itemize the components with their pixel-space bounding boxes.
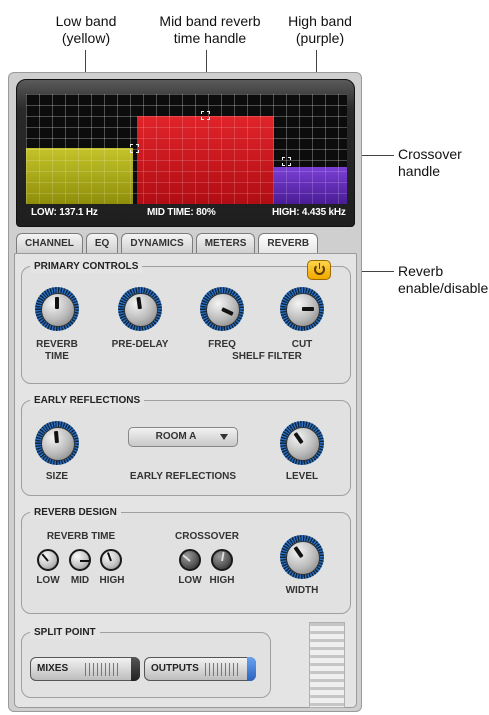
shelf-freq-knob[interactable] xyxy=(200,287,244,331)
cut-label: CUT xyxy=(291,339,313,350)
split-point-group: SPLIT POINT MIXES OUTPUTS xyxy=(21,626,271,698)
high-crossover-handle[interactable] xyxy=(282,157,291,166)
pre-delay-label: PRE-DELAY xyxy=(111,339,169,350)
callout-low-band-line1: Low band xyxy=(55,13,117,29)
low-band-region[interactable] xyxy=(26,148,133,204)
reverb-time-label-2: TIME xyxy=(45,351,69,362)
primary-controls-title: PRIMARY CONTROLS xyxy=(30,260,143,273)
crossover-high-label: HIGH xyxy=(209,575,235,586)
mid-band-region[interactable] xyxy=(137,116,274,204)
early-reflections-select[interactable]: ROOM A xyxy=(128,427,238,447)
mixes-split-button[interactable]: MIXES xyxy=(30,657,140,681)
callout-high-band-line2: (purple) xyxy=(295,30,345,46)
width-label: WIDTH xyxy=(285,585,319,596)
level-label: LEVEL xyxy=(285,471,319,482)
callout-high-band: High band (purple) xyxy=(265,13,375,47)
mixes-label: MIXES xyxy=(37,663,69,674)
reverb-power-button[interactable] xyxy=(307,260,331,280)
size-knob[interactable] xyxy=(35,421,79,465)
freq-label: FREQ xyxy=(208,339,236,350)
early-reflections-label: EARLY REFLECTIONS xyxy=(129,471,237,482)
mixes-grip xyxy=(85,663,121,676)
reverb-time-low-knob[interactable] xyxy=(37,549,59,571)
reverb-time-label-1: REVERB xyxy=(36,339,78,350)
low-crossover-handle[interactable] xyxy=(130,144,139,153)
plugin-tabs: CHANNEL EQ DYNAMICS METERS REVERB xyxy=(16,233,319,253)
callout-reverb-enable: Reverb enable/disable xyxy=(398,263,488,297)
high-frequency-readout: HIGH: 4.435 kHz xyxy=(272,207,346,218)
callout-high-band-line1: High band xyxy=(288,13,352,29)
callout-crossover-line1: Crossover xyxy=(398,146,462,162)
level-knob[interactable] xyxy=(280,421,324,465)
outputs-label: OUTPUTS xyxy=(151,663,199,674)
reverb-band-graph[interactable] xyxy=(26,94,347,204)
crossover-low-label: LOW xyxy=(178,575,202,586)
tab-reverb[interactable]: REVERB xyxy=(258,233,319,253)
crossover-section-label: CROSSOVER xyxy=(175,531,239,542)
shelf-cut-knob[interactable] xyxy=(280,287,324,331)
reverb-time-mid-label: MID xyxy=(70,575,90,586)
reverb-design-title: REVERB DESIGN xyxy=(30,506,121,519)
callout-low-band: Low band (yellow) xyxy=(36,13,136,47)
callout-low-band-line2: (yellow) xyxy=(61,30,111,46)
width-knob[interactable] xyxy=(280,535,324,579)
reverb-time-knob[interactable] xyxy=(35,287,79,331)
shelf-filter-label: SHELF FILTER xyxy=(232,351,302,362)
outputs-grip xyxy=(205,663,241,676)
split-meter xyxy=(309,622,345,708)
tab-eq[interactable]: EQ xyxy=(85,233,119,253)
size-label: SIZE xyxy=(45,471,69,482)
reverb-time-section-label: REVERB TIME xyxy=(46,531,116,542)
reverb-time-mid-knob[interactable] xyxy=(69,549,91,571)
callout-reverb-enable-line1: Reverb xyxy=(398,263,444,279)
high-band-region[interactable] xyxy=(274,167,347,204)
reverb-tab-content: PRIMARY CONTROLS REVERB TIME PRE-DELAY F… xyxy=(14,253,357,708)
tab-channel[interactable]: CHANNEL xyxy=(16,233,83,253)
primary-controls-group: PRIMARY CONTROLS REVERB TIME PRE-DELAY F… xyxy=(21,260,351,384)
tab-meters[interactable]: METERS xyxy=(195,233,256,253)
callout-mid-handle: Mid band reverb time handle xyxy=(145,13,275,47)
reverb-design-group: REVERB DESIGN REVERB TIME CROSSOVER LOW … xyxy=(21,506,351,614)
pre-delay-knob[interactable] xyxy=(118,287,162,331)
reverb-graph-bezel: LOW: 137.1 Hz MID TIME: 80% HIGH: 4.435 … xyxy=(16,79,355,227)
callout-reverb-enable-line2: enable/disable xyxy=(398,280,489,296)
callout-crossover: Crossover handle xyxy=(398,146,483,180)
reverb-plugin-panel: LOW: 137.1 Hz MID TIME: 80% HIGH: 4.435 … xyxy=(8,72,362,712)
early-reflections-title: EARLY REFLECTIONS xyxy=(30,394,145,407)
callout-mid-handle-line1: Mid band reverb xyxy=(159,13,261,29)
outputs-split-button[interactable]: OUTPUTS xyxy=(144,657,256,681)
mid-time-readout: MID TIME: 80% xyxy=(147,207,216,218)
early-reflections-select-value: ROOM A xyxy=(155,431,197,442)
reverb-time-high-knob[interactable] xyxy=(100,549,122,571)
callout-crossover-line2: handle xyxy=(398,163,441,179)
low-frequency-readout: LOW: 137.1 Hz xyxy=(31,207,98,218)
callout-mid-handle-line2: time handle xyxy=(173,30,247,46)
early-reflections-group: EARLY REFLECTIONS SIZE ROOM A EARLY REFL… xyxy=(21,394,351,496)
reverb-time-low-label: LOW xyxy=(36,575,60,586)
tab-dynamics[interactable]: DYNAMICS xyxy=(121,233,193,253)
chevron-down-icon xyxy=(220,434,228,440)
crossover-high-knob[interactable] xyxy=(211,549,233,571)
reverb-time-high-label: HIGH xyxy=(99,575,125,586)
mid-reverb-time-handle[interactable] xyxy=(201,111,210,120)
crossover-low-knob[interactable] xyxy=(179,549,201,571)
split-point-title: SPLIT POINT xyxy=(30,626,100,639)
